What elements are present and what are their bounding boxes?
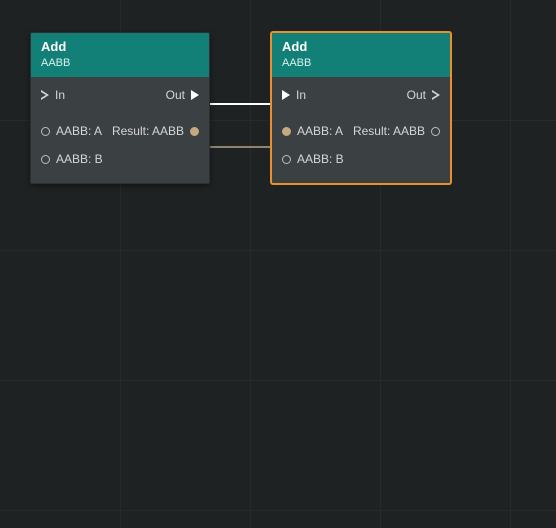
exec-triangle-icon <box>432 90 440 100</box>
exec-out-port[interactable]: Out <box>407 88 440 102</box>
node-title: Add <box>41 39 199 55</box>
exec-triangle-icon <box>191 90 199 100</box>
node-subtitle: AABB <box>41 57 199 69</box>
output-port-label: Result: AABB <box>112 124 184 138</box>
node-subtitle: AABB <box>282 57 440 69</box>
exec-in-label: In <box>55 88 65 102</box>
output-port[interactable]: Result: AABB <box>353 124 440 138</box>
exec-out-label: Out <box>407 88 426 102</box>
port-circle-icon <box>41 155 50 164</box>
input-port[interactable]: AABB: A <box>41 124 102 138</box>
port-circle-icon <box>41 127 50 136</box>
port-circle-icon <box>190 127 199 136</box>
input-port[interactable]: AABB: B <box>282 152 344 166</box>
port-circle-icon <box>282 127 291 136</box>
port-circle-icon <box>431 127 440 136</box>
exec-triangle-icon <box>41 90 49 100</box>
input-port-label: AABB: B <box>297 152 344 166</box>
exec-in-port[interactable]: In <box>282 88 306 102</box>
exec-out-port[interactable]: Out <box>166 88 199 102</box>
input-port[interactable]: AABB: B <box>41 152 103 166</box>
input-port-label: AABB: A <box>56 124 102 138</box>
graph-node[interactable]: Add AABB In Out AABB: A Result: AABB AABB: B <box>271 32 451 184</box>
input-port-label: AABB: A <box>297 124 343 138</box>
output-port[interactable]: Result: AABB <box>112 124 199 138</box>
node-title: Add <box>282 39 440 55</box>
node-canvas[interactable]: AddAABBInOutAABB: AResult: AABBAABB: BAd… <box>0 0 556 528</box>
exec-in-label: In <box>296 88 306 102</box>
output-port-label: Result: AABB <box>353 124 425 138</box>
exec-out-label: Out <box>166 88 185 102</box>
node-header[interactable]: Add AABB <box>272 33 450 77</box>
exec-triangle-icon <box>282 90 290 100</box>
port-circle-icon <box>282 155 291 164</box>
exec-in-port[interactable]: In <box>41 88 65 102</box>
input-port[interactable]: AABB: A <box>282 124 343 138</box>
input-port-label: AABB: B <box>56 152 103 166</box>
node-header[interactable]: Add AABB <box>31 33 209 77</box>
graph-node[interactable]: Add AABB In Out AABB: A Result: AABB AABB: B <box>30 32 210 184</box>
